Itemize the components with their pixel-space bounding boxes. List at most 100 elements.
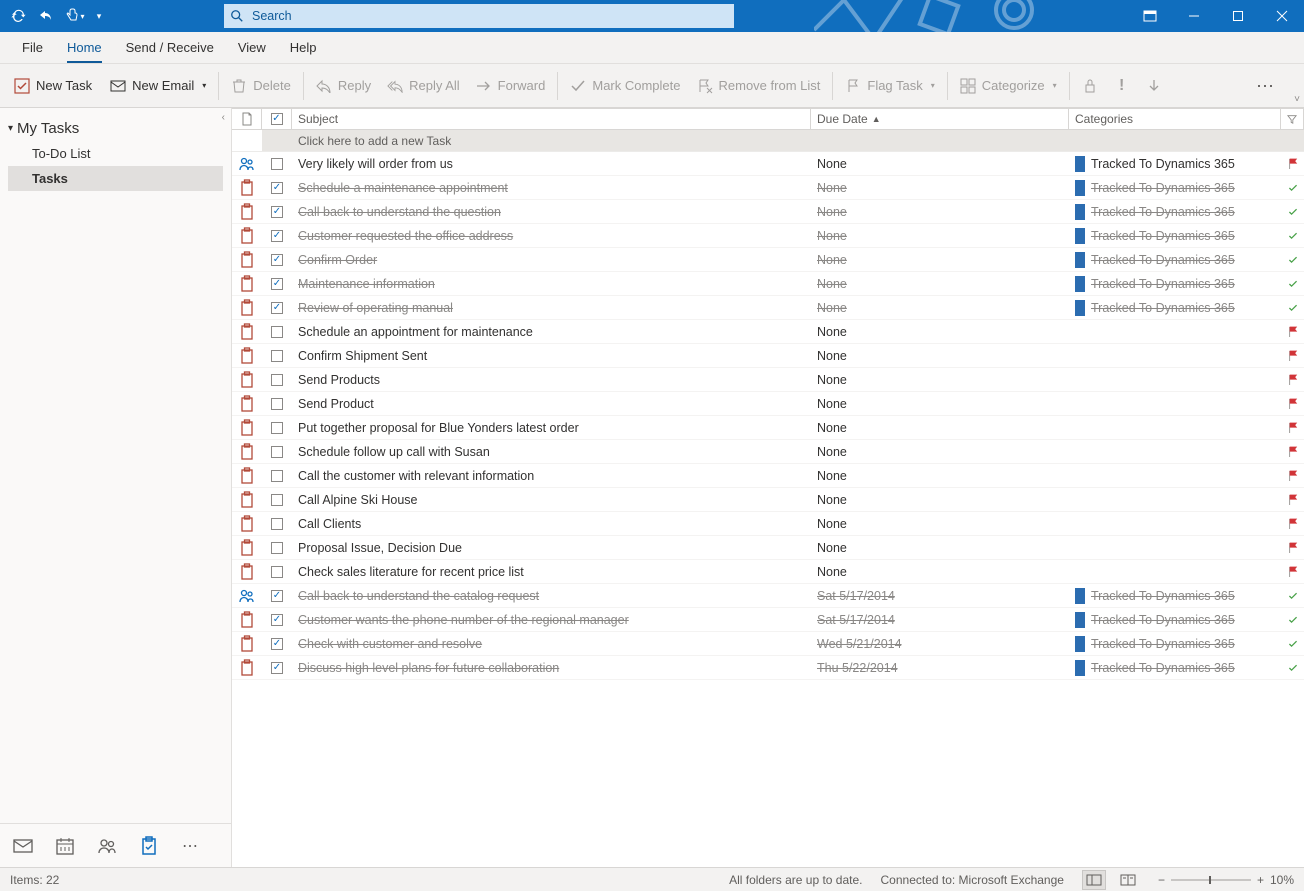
- reply-all-button[interactable]: Reply All: [379, 74, 468, 98]
- task-flag-icon[interactable]: [1282, 512, 1304, 535]
- task-complete-checkbox[interactable]: [262, 440, 292, 463]
- task-flag-icon[interactable]: [1282, 224, 1304, 247]
- task-complete-checkbox[interactable]: [262, 632, 292, 655]
- task-flag-icon[interactable]: [1282, 248, 1304, 271]
- sidebar-collapse-icon[interactable]: ‹: [222, 112, 225, 123]
- delete-button[interactable]: Delete: [223, 74, 299, 98]
- collapse-ribbon-icon[interactable]: ˅: [1294, 94, 1300, 105]
- more-modules-icon[interactable]: ⋯: [180, 835, 202, 857]
- task-row[interactable]: Send ProductsNone: [232, 368, 1304, 392]
- ribbon-overflow-button[interactable]: ⋯: [1256, 76, 1276, 97]
- tab-view[interactable]: View: [226, 34, 278, 63]
- column-complete[interactable]: [262, 109, 292, 129]
- reply-button[interactable]: Reply: [308, 74, 379, 98]
- task-complete-checkbox[interactable]: [262, 608, 292, 631]
- search-input[interactable]: [250, 8, 734, 24]
- sidebar-section-mytasks[interactable]: ▾ My Tasks: [8, 116, 223, 141]
- task-row[interactable]: Send ProductNone: [232, 392, 1304, 416]
- importance-high-button[interactable]: !: [1106, 74, 1138, 98]
- view-reading-icon[interactable]: [1116, 870, 1140, 890]
- task-row[interactable]: Schedule follow up call with SusanNone: [232, 440, 1304, 464]
- close-button[interactable]: [1260, 0, 1304, 32]
- task-complete-checkbox[interactable]: [262, 344, 292, 367]
- task-complete-checkbox[interactable]: [262, 584, 292, 607]
- task-row[interactable]: Customer wants the phone number of the r…: [232, 608, 1304, 632]
- tab-help[interactable]: Help: [278, 34, 329, 63]
- column-type-icon[interactable]: [232, 109, 262, 129]
- task-row[interactable]: Review of operating manualNoneTracked To…: [232, 296, 1304, 320]
- task-complete-checkbox[interactable]: [262, 368, 292, 391]
- task-complete-checkbox[interactable]: [262, 560, 292, 583]
- task-complete-checkbox[interactable]: [262, 656, 292, 679]
- zoom-in-icon[interactable]: +: [1257, 873, 1264, 887]
- task-row[interactable]: Maintenance informationNoneTracked To Dy…: [232, 272, 1304, 296]
- task-flag-icon[interactable]: [1282, 584, 1304, 607]
- task-row[interactable]: Confirm Shipment SentNone: [232, 344, 1304, 368]
- task-flag-icon[interactable]: [1282, 440, 1304, 463]
- zoom-out-icon[interactable]: −: [1158, 873, 1165, 887]
- task-row[interactable]: Call back to understand the questionNone…: [232, 200, 1304, 224]
- people-module-icon[interactable]: [96, 835, 118, 857]
- mark-complete-button[interactable]: Mark Complete: [562, 74, 688, 98]
- task-complete-checkbox[interactable]: [262, 392, 292, 415]
- column-categories[interactable]: Categories: [1069, 109, 1281, 129]
- undo-icon[interactable]: [36, 5, 58, 27]
- task-flag-icon[interactable]: [1282, 296, 1304, 319]
- column-subject[interactable]: Subject: [292, 109, 811, 129]
- categorize-button[interactable]: Categorize ▾: [952, 74, 1065, 98]
- task-complete-checkbox[interactable]: [262, 224, 292, 247]
- flag-task-button[interactable]: Flag Task ▾: [837, 74, 942, 98]
- ribbon-display-icon[interactable]: [1128, 0, 1172, 32]
- task-flag-icon[interactable]: [1282, 152, 1304, 175]
- calendar-module-icon[interactable]: [54, 835, 76, 857]
- task-row[interactable]: Schedule an appointment for maintenanceN…: [232, 320, 1304, 344]
- task-flag-icon[interactable]: [1282, 656, 1304, 679]
- task-row[interactable]: Check sales literature for recent price …: [232, 560, 1304, 584]
- task-row[interactable]: Call the customer with relevant informat…: [232, 464, 1304, 488]
- task-flag-icon[interactable]: [1282, 176, 1304, 199]
- task-flag-icon[interactable]: [1282, 272, 1304, 295]
- task-complete-checkbox[interactable]: [262, 176, 292, 199]
- task-flag-icon[interactable]: [1282, 632, 1304, 655]
- task-flag-icon[interactable]: [1282, 416, 1304, 439]
- sidebar-item-todo[interactable]: To-Do List: [8, 141, 223, 166]
- tab-send-receive[interactable]: Send / Receive: [114, 34, 226, 63]
- zoom-control[interactable]: − + 10%: [1158, 873, 1294, 887]
- task-complete-checkbox[interactable]: [262, 248, 292, 271]
- task-flag-icon[interactable]: [1282, 464, 1304, 487]
- task-row[interactable]: Proposal Issue, Decision DueNone: [232, 536, 1304, 560]
- task-row[interactable]: Check with customer and resolveWed 5/21/…: [232, 632, 1304, 656]
- tab-file[interactable]: File: [10, 34, 55, 63]
- task-complete-checkbox[interactable]: [262, 152, 292, 175]
- task-complete-checkbox[interactable]: [262, 512, 292, 535]
- tasks-module-icon[interactable]: [138, 835, 160, 857]
- task-flag-icon[interactable]: [1282, 536, 1304, 559]
- task-complete-checkbox[interactable]: [262, 536, 292, 559]
- minimize-button[interactable]: [1172, 0, 1216, 32]
- task-complete-checkbox[interactable]: [262, 464, 292, 487]
- task-flag-icon[interactable]: [1282, 368, 1304, 391]
- column-filter-icon[interactable]: [1281, 109, 1303, 129]
- task-row[interactable]: Call back to understand the catalog requ…: [232, 584, 1304, 608]
- new-email-button[interactable]: New Email ▾: [102, 74, 214, 98]
- task-complete-checkbox[interactable]: [262, 320, 292, 343]
- tab-home[interactable]: Home: [55, 34, 114, 63]
- add-task-row[interactable]: Click here to add a new Task: [232, 130, 1304, 152]
- mail-module-icon[interactable]: [12, 835, 34, 857]
- new-task-button[interactable]: New Task: [6, 74, 100, 98]
- qat-customize-icon[interactable]: ▾: [92, 5, 106, 27]
- importance-low-button[interactable]: [1138, 74, 1170, 98]
- maximize-button[interactable]: [1216, 0, 1260, 32]
- task-flag-icon[interactable]: [1282, 488, 1304, 511]
- task-row[interactable]: Discuss high level plans for future coll…: [232, 656, 1304, 680]
- search-box[interactable]: [224, 4, 734, 28]
- private-button[interactable]: [1074, 74, 1106, 98]
- column-due-date[interactable]: Due Date▲: [811, 109, 1069, 129]
- task-flag-icon[interactable]: [1282, 344, 1304, 367]
- task-flag-icon[interactable]: [1282, 392, 1304, 415]
- task-complete-checkbox[interactable]: [262, 272, 292, 295]
- view-normal-icon[interactable]: [1082, 870, 1106, 890]
- task-row[interactable]: Customer requested the office addressNon…: [232, 224, 1304, 248]
- forward-button[interactable]: Forward: [468, 74, 554, 98]
- task-flag-icon[interactable]: [1282, 608, 1304, 631]
